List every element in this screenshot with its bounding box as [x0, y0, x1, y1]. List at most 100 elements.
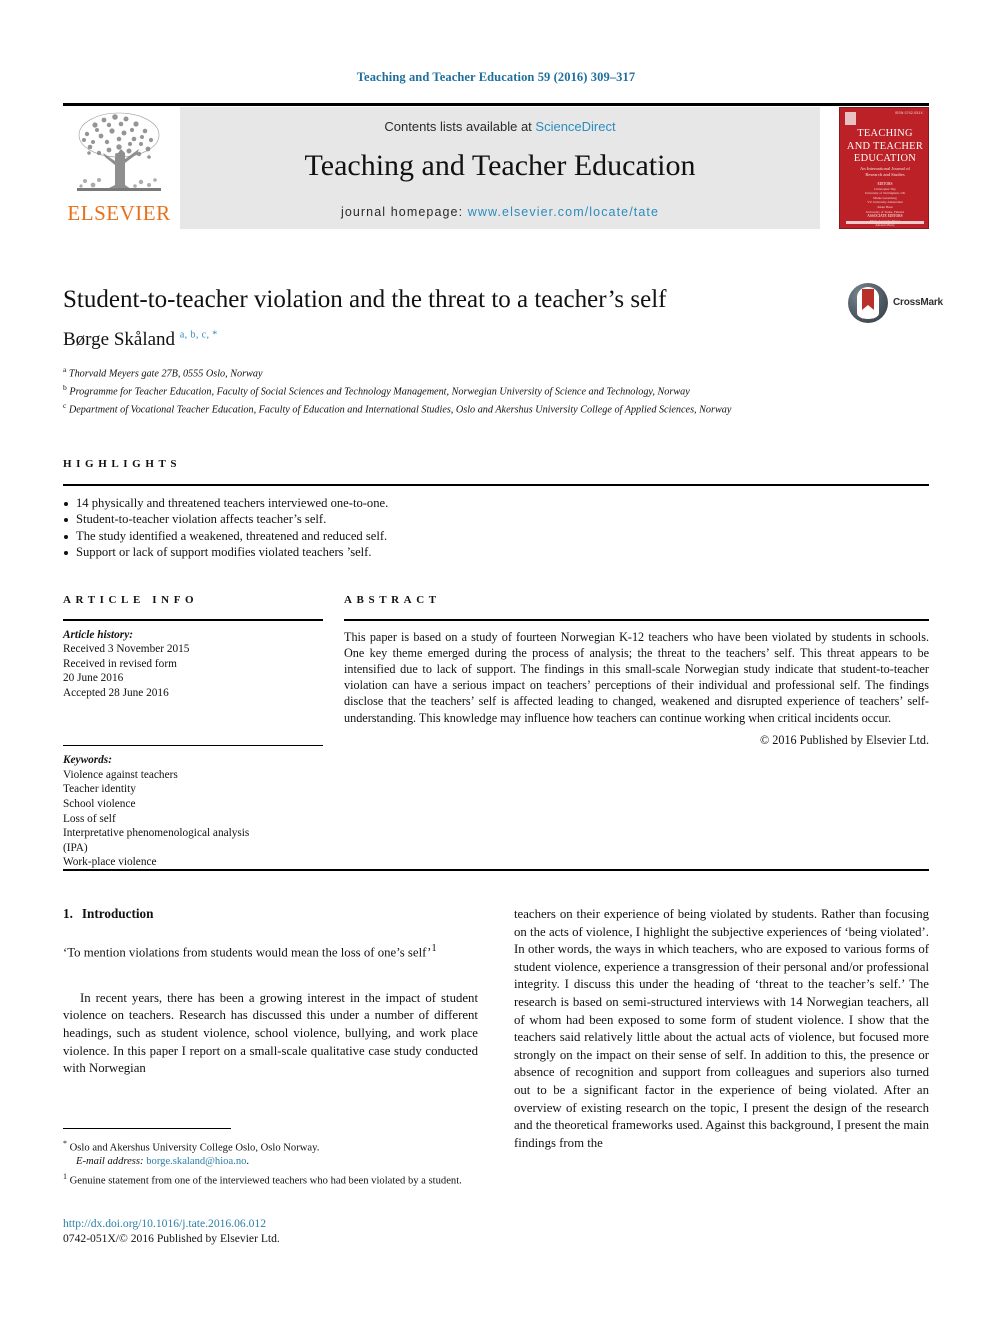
doi-link[interactable]: http://dx.doi.org/10.1016/j.tate.2016.06… — [63, 1216, 563, 1231]
crossmark-label: CrossMark — [893, 297, 943, 308]
section-number: 1. — [63, 906, 73, 921]
footnote-mark-1: 1 — [63, 1172, 67, 1182]
list-item: The study identified a weakened, threate… — [63, 528, 929, 545]
abstract-text: This paper is based on a study of fourte… — [344, 629, 929, 725]
author-name: Børge Skåland — [63, 329, 176, 350]
body-column-left: 1. Introduction ‘To mention violations fr… — [63, 906, 478, 1092]
section-title: Introduction — [81, 906, 154, 921]
elsevier-tree-icon — [77, 112, 161, 191]
homepage-label: journal homepage: — [340, 205, 468, 219]
keywords-body: Keywords: Violence against teachers Teac… — [63, 753, 323, 870]
masthead-center-panel: Contents lists available at ScienceDirec… — [180, 107, 820, 229]
sciencedirect-link[interactable]: ScienceDirect — [535, 119, 615, 134]
journal-homepage-line: journal homepage: www.elsevier.com/locat… — [180, 205, 820, 219]
history-line-0: Received 3 November 2015 — [63, 643, 190, 656]
article-history-block: Article history: Received 3 November 201… — [63, 628, 323, 701]
section-divider-rule — [63, 869, 929, 871]
affiliation-text-c: Department of Vocational Teacher Educati… — [68, 404, 732, 416]
keyword-0: Violence against teachers — [63, 768, 178, 781]
footer-doi-block: http://dx.doi.org/10.1016/j.tate.2016.06… — [63, 1216, 563, 1246]
cover-title-line3: EDUCATION — [853, 153, 917, 164]
cover-line-13: Amanda Berry — [875, 223, 895, 228]
keyword-6: Work-place violence — [63, 856, 157, 869]
article-info-section: ARTICLE INFO Article history: Received 3… — [63, 594, 323, 870]
cover-bottom-bar — [846, 221, 924, 224]
running-head: Teaching and Teacher Education 59 (2016)… — [356, 70, 636, 84]
crossmark-badge[interactable]: CrossMark — [848, 283, 943, 325]
affiliation-c: c Department of Vocational Teacher Educa… — [63, 399, 943, 417]
epigraph-text: ‘To mention violations from students wou… — [63, 945, 432, 960]
email-label: E-mail address: — [76, 1156, 144, 1168]
crossmark-circle-icon — [848, 283, 888, 323]
cover-elsevier-icon — [845, 112, 856, 125]
footnote-mark-star: * — [63, 1139, 67, 1148]
article-history-label: Article history: — [63, 628, 133, 641]
keyword-1: Teacher identity — [63, 783, 136, 796]
affiliation-mark-a: a — [63, 365, 67, 374]
epigraph-quote: ‘To mention violations from students wou… — [63, 940, 478, 962]
epigraph-footnote-mark[interactable]: 1 — [431, 943, 436, 954]
cover-title-line2: AND TEACHER — [846, 140, 924, 152]
highlights-rule — [63, 484, 929, 486]
elsevier-logo: ELSEVIER — [63, 107, 175, 229]
journal-cover-thumbnail[interactable]: ISSN 0742-051X TEACHING AND TEACHER EDUC… — [839, 107, 929, 229]
list-item: Support or lack of support modifies viol… — [63, 544, 929, 561]
intro-paragraph-right: teachers on their experience of being vi… — [514, 907, 929, 1150]
keyword-4: Interpretative phenomenological analysis — [63, 827, 250, 840]
affiliation-a: a Thorvald Meyers gate 27B, 0555 Oslo, N… — [63, 363, 943, 381]
body-column-right: teachers on their experience of being vi… — [514, 906, 929, 1166]
footnote-note-1: 1 Genuine statement from one of the inte… — [63, 1170, 478, 1188]
journal-title: Teaching and Teacher Education — [304, 149, 696, 182]
footnote-corresponding-text: Oslo and Akershus University College Osl… — [69, 1142, 320, 1154]
abstract-section: ABSTRACT This paper is based on a study … — [344, 594, 929, 748]
footnote-divider-rule — [63, 1128, 231, 1130]
homepage-url-link[interactable]: www.elsevier.com/locate/tate — [468, 205, 659, 219]
keyword-5: (IPA) — [63, 841, 88, 854]
highlights-section: HIGHLIGHTS 14 physically and threatened … — [63, 458, 929, 561]
keyword-3: Loss of self — [63, 812, 116, 825]
cover-issn: ISSN 0742-051X — [894, 111, 923, 115]
footnote-email-line: E-mail address: borge.skaland@hioa.no. — [76, 1156, 250, 1168]
footnote-corresponding-author: * Oslo and Akershus University College O… — [63, 1137, 478, 1155]
keyword-2: School violence — [63, 797, 136, 810]
title-block: Student-to-teacher violation and the thr… — [63, 285, 823, 417]
author-affiliation-marks: a, b, c, * — [179, 329, 218, 341]
highlights-list: 14 physically and threatened teachers in… — [63, 495, 929, 561]
journal-masthead: ELSEVIER Contents lists available at Sci… — [63, 103, 929, 229]
contents-available-line: Contents lists available at ScienceDirec… — [180, 119, 820, 134]
affiliation-b: b Programme for Teacher Education, Facul… — [63, 381, 943, 399]
affiliation-mark-b: b — [63, 382, 67, 392]
abstract-heading: ABSTRACT — [344, 594, 441, 606]
list-item: Student-to-teacher violation affects tea… — [63, 511, 929, 528]
keywords-block: Keywords: Violence against teachers Teac… — [63, 744, 323, 870]
affiliation-list: a Thorvald Meyers gate 27B, 0555 Oslo, N… — [63, 363, 943, 417]
elsevier-wordmark: ELSEVIER — [67, 201, 171, 225]
email-link[interactable]: borge.skaland@hioa.no — [146, 1156, 246, 1167]
article-info-rule — [63, 619, 323, 621]
article-info-heading: ARTICLE INFO — [63, 594, 199, 606]
article-page: Teaching and Teacher Education 59 (2016)… — [0, 0, 992, 1323]
author-line: Børge Skåland a, b, c, * — [63, 329, 823, 351]
paper-title: Student-to-teacher violation and the thr… — [63, 286, 667, 313]
cover-subtitle: An International Journal of Research and… — [840, 166, 928, 178]
cover-title-line1: TEACHING — [857, 128, 913, 139]
keywords-rule — [63, 744, 323, 747]
cover-subtitle-line2: Research and Studies — [865, 172, 905, 177]
abstract-rule — [344, 619, 929, 621]
abstract-copyright: © 2016 Published by Elsevier Ltd. — [759, 732, 929, 747]
masthead-top-rule — [63, 103, 929, 106]
affiliation-mark-c: c — [63, 400, 67, 410]
footnotes-block: * Oslo and Akershus University College O… — [63, 1137, 478, 1188]
affiliation-text-b: Programme for Teacher Education, Faculty… — [69, 386, 690, 398]
footnote-note-text: Genuine statement from one of the interv… — [69, 1175, 462, 1187]
intro-paragraph-left: In recent years, there has been a growin… — [63, 990, 478, 1076]
keywords-label: Keywords: — [63, 754, 112, 767]
section-heading-introduction: 1. Introduction — [63, 906, 478, 922]
history-line-1: Received in revised form — [63, 657, 177, 670]
cover-title: TEACHING AND TEACHER EDUCATION — [840, 128, 928, 166]
history-line-3: Accepted 28 June 2016 — [63, 686, 169, 699]
affiliation-text-a: Thorvald Meyers gate 27B, 0555 Oslo, Nor… — [68, 368, 263, 380]
history-line-2: 20 June 2016 — [63, 672, 124, 685]
contents-prefix: Contents lists available at — [384, 119, 536, 134]
highlights-heading: HIGHLIGHTS — [63, 458, 182, 470]
